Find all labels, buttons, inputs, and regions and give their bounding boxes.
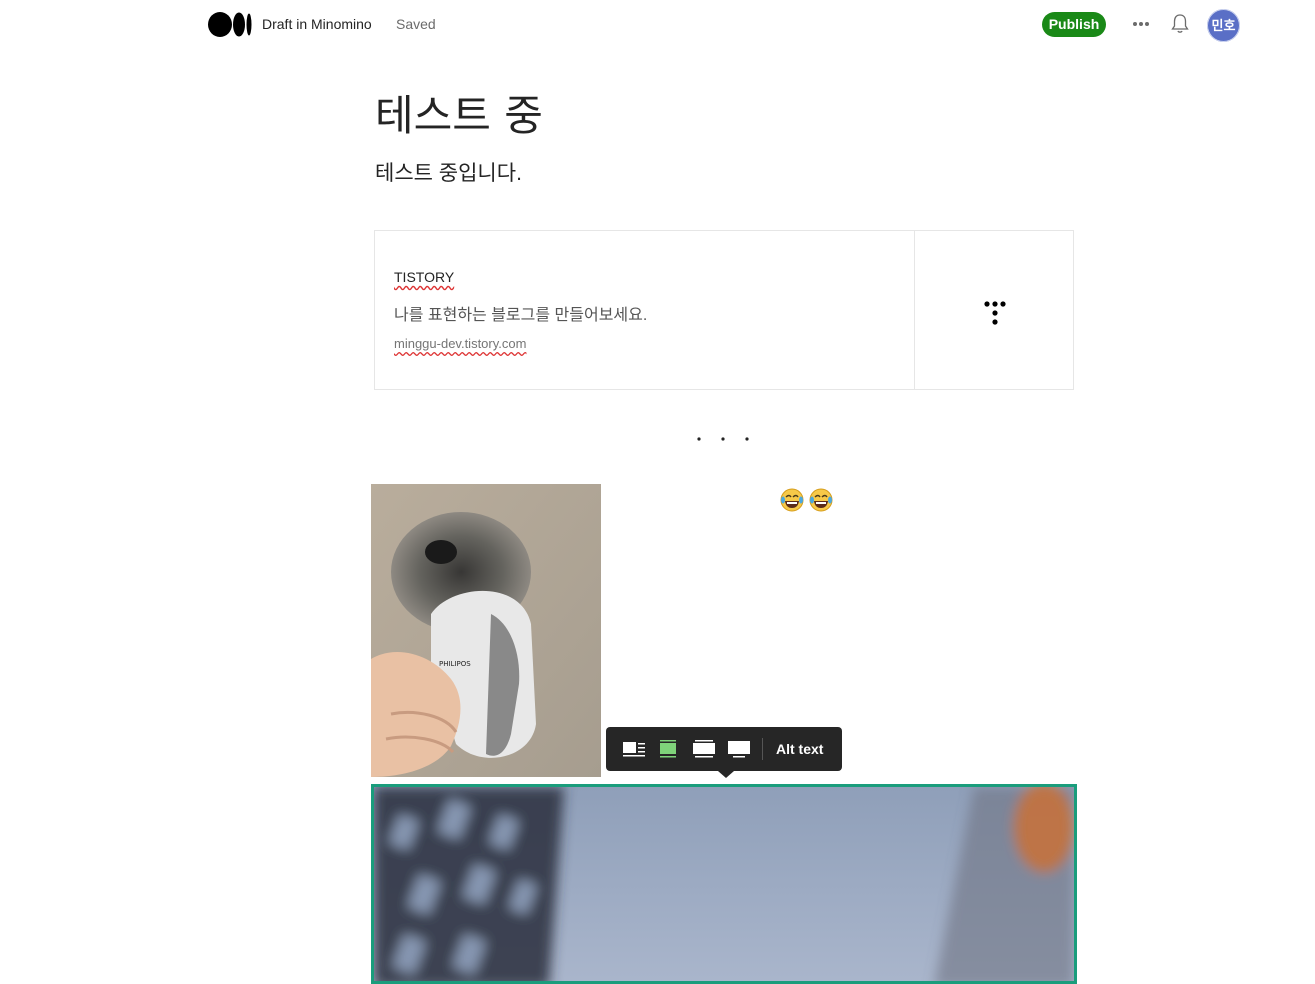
- medium-logo[interactable]: [208, 12, 252, 37]
- embed-description: 나를 표현하는 블로그를 만들어보세요.: [394, 307, 648, 324]
- link-embed-card[interactable]: TISTORY 나를 표현하는 블로그를 만들어보세요. minggu-dev.…: [374, 230, 1074, 390]
- inset-left-icon[interactable]: [622, 739, 646, 759]
- embed-divider: [914, 231, 915, 389]
- outset-icon[interactable]: [692, 739, 716, 759]
- blurred-photo: [374, 787, 1074, 981]
- embed-title: TISTORY: [394, 269, 455, 285]
- section-separator: [697, 437, 749, 441]
- toolbar-pointer: [718, 771, 734, 778]
- inset-center-icon[interactable]: [656, 739, 680, 759]
- avatar[interactable]: 민호: [1207, 9, 1240, 42]
- draft-location: Draft in Minomino: [262, 16, 372, 32]
- more-icon[interactable]: [1131, 14, 1151, 34]
- alt-text-button[interactable]: Alt text: [776, 741, 823, 757]
- image-layout-toolbar: Alt text: [606, 727, 842, 778]
- selected-wide-image[interactable]: [371, 784, 1077, 984]
- save-status: Saved: [396, 16, 436, 32]
- toolbar-divider: [762, 738, 763, 760]
- svg-text:PHILIPOS: PHILIPOS: [439, 660, 471, 668]
- laughing-tears-emoji-icon: [780, 488, 833, 512]
- tistory-logo-icon: [984, 301, 1006, 325]
- publish-button[interactable]: Publish: [1042, 12, 1106, 37]
- bell-icon[interactable]: [1170, 13, 1190, 35]
- post-subtitle[interactable]: 테스트 중입니다.: [375, 157, 522, 187]
- shaver-image[interactable]: PHILIPOS: [371, 484, 601, 777]
- full-width-icon[interactable]: [727, 739, 751, 759]
- embed-url: minggu-dev.tistory.com: [394, 336, 527, 351]
- post-title[interactable]: 테스트 중: [375, 90, 543, 142]
- emoji-text[interactable]: [780, 486, 840, 514]
